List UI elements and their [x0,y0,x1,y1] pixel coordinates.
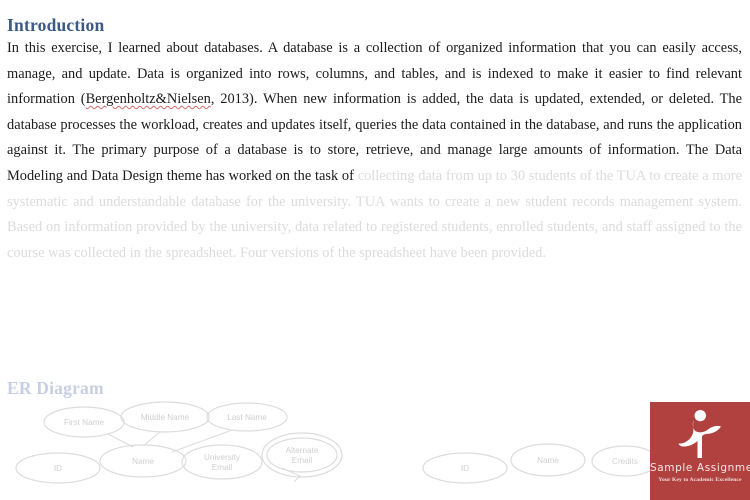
connector-first-name-to-name [107,433,134,448]
er-label-last-name-2: Last Name [227,413,267,422]
watermark-brand-name: Sample Assignment [650,462,750,474]
er-label-alternate-email-line2: Email [292,456,313,465]
er-label-alternate-email-line1: Alternate [286,446,319,455]
er-diagram-canvas: First Name Middle Name Last Name ID Name Univ… [0,396,750,500]
er-label-university-email-line2: Email [212,463,233,472]
er-ellipse-alternate-email-6 [266,437,338,473]
er-attribute-ellipses [15,401,659,484]
er-label-id-3: ID [54,464,62,473]
introduction-paragraph: In this exercise, I learned about databa… [7,36,742,266]
er-label-middle-name-1: Middle Name [141,413,190,422]
connector-last-name-to-name [171,429,233,453]
page-title-introduction: Introduction [7,15,105,35]
watermark-logo: Sample Assignment Your Key to Academic E… [650,402,750,500]
introduction-body: In this exercise, I learned about databa… [7,36,742,266]
er-diagram-svg: First Name Middle Name Last Name ID Name Univ… [15,401,659,484]
er-attribute-labels: First Name Middle Name Last Name ID Name Univ… [54,413,638,473]
document-page: Introduction In this exercise, I learned… [0,0,750,500]
er-ellipse-university-email-5 [181,444,263,480]
er-label-credits-9: Credits [612,457,638,466]
connector-middle-name-to-name [142,431,161,447]
watermark-tagline: Your Key to Academic Excellence [658,477,742,483]
citation-bergenholtz-nielsen: Bergenholtz&Nielsen [85,91,211,108]
er-label-first-name-0: First Name [64,418,104,427]
er-label-name-8: Name [537,456,559,465]
er-ellipse-outer-alternate-email-6 [261,432,343,478]
running-figure-logo-icon [678,410,721,458]
er-label-id-7: ID [461,464,469,473]
er-label-university-email-line1: University [204,453,241,462]
er-label-name-4: Name [132,457,154,466]
